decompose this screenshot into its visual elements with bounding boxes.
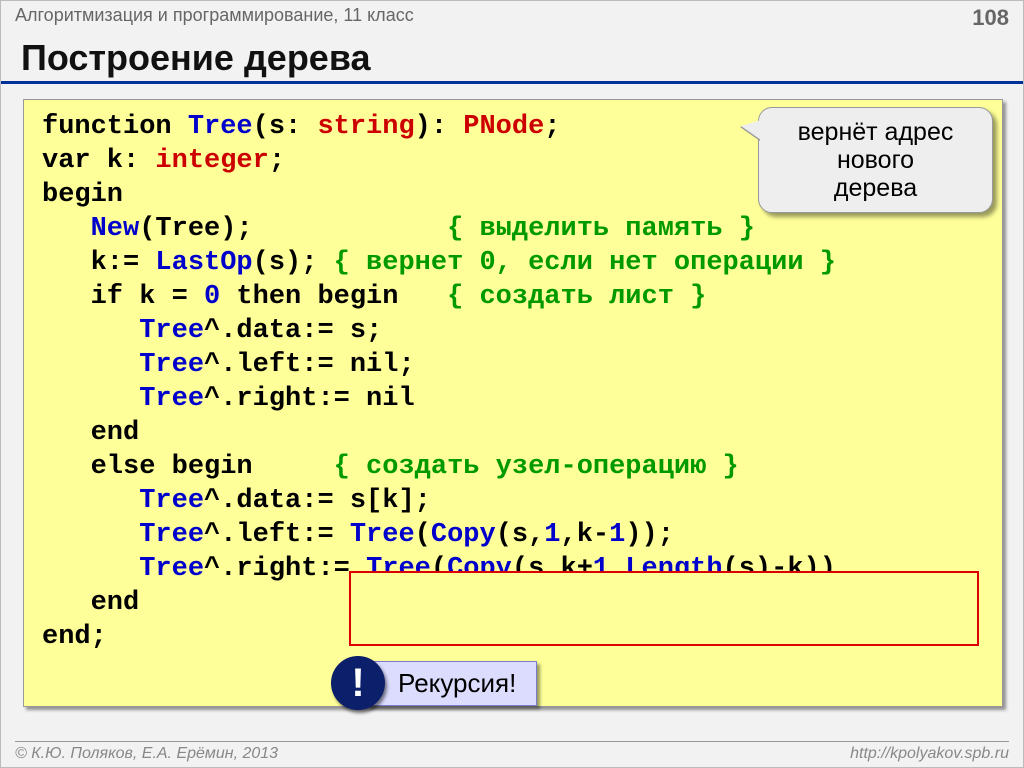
footer: © К.Ю. Поляков, Е.А. Ерёмин, 2013 http:/… (15, 741, 1009, 763)
code-text: ^.right:= (204, 554, 366, 584)
badge-label: Рекурсия! (367, 661, 537, 706)
code-text (42, 520, 139, 550)
callout-bubble: вернёт адрес нового дерева (758, 107, 993, 213)
code-text: then begin (220, 282, 447, 312)
code-text: ^.data:= s[k]; (204, 486, 431, 516)
callout-line: нового (773, 146, 978, 174)
code-text: else begin (42, 452, 334, 482)
code-text: PNode (463, 112, 544, 142)
code-text: ^.data:= s; (204, 316, 382, 346)
code-text (42, 384, 139, 414)
code-text: ; (544, 112, 560, 142)
code-text: Copy (431, 520, 496, 550)
code-text: ( (415, 520, 431, 550)
code-text: Tree (350, 520, 415, 550)
callout-tail-icon (741, 120, 761, 140)
code-text: Tree (139, 520, 204, 550)
code-text: ^.right:= nil (204, 384, 415, 414)
code-comment: { выделить память } (447, 214, 755, 244)
code-text: begin (42, 180, 123, 210)
slide: Алгоритмизация и программирование, 11 кл… (0, 0, 1024, 768)
code-text: Tree (139, 384, 204, 414)
code-text (42, 214, 91, 244)
code-comment: { создать лист } (447, 282, 706, 312)
code-text: 1 (609, 520, 625, 550)
code-text: function (42, 112, 188, 142)
copyright-text: © К.Ю. Поляков, Е.А. Ерёмин, 2013 (15, 745, 278, 763)
code-text: ^.left:= nil; (204, 350, 415, 380)
code-text: k:= (42, 248, 155, 278)
code-text: (s, (496, 520, 545, 550)
footer-url: http://kpolyakov.spb.ru (850, 745, 1009, 763)
code-text: ): (415, 112, 464, 142)
code-text: integer (155, 146, 268, 176)
code-text: LastOp (155, 248, 252, 278)
highlight-box (349, 571, 979, 646)
header: Алгоритмизация и программирование, 11 кл… (1, 1, 1023, 33)
code-text: Tree (139, 486, 204, 516)
code-text: New (91, 214, 140, 244)
code-text: (Tree); (139, 214, 447, 244)
code-text: end (42, 418, 139, 448)
code-text: (s: (253, 112, 318, 142)
callout-line: дерева (773, 174, 978, 202)
code-text: end; (42, 622, 107, 652)
code-text: 0 (204, 282, 220, 312)
slide-title: Построение дерева (1, 33, 1023, 84)
code-text: ^.left:= (204, 520, 350, 550)
subject-text: Алгоритмизация и программирование, 11 кл… (15, 5, 414, 26)
code-text: end (42, 588, 139, 618)
recursion-badge: ! Рекурсия! (331, 656, 537, 710)
code-text (42, 554, 139, 584)
code-text: ,k- (561, 520, 610, 550)
exclamation-icon: ! (331, 656, 385, 710)
code-comment: { создать узел-операцию } (334, 452, 739, 482)
code-text: (s); (253, 248, 334, 278)
code-text: Tree (139, 554, 204, 584)
code-comment: { вернет 0, если нет операции } (334, 248, 836, 278)
code-text: Tree (139, 316, 204, 346)
code-text: Tree (139, 350, 204, 380)
callout-line: вернёт адрес (773, 118, 978, 146)
code-text (42, 486, 139, 516)
code-text: 1 (544, 520, 560, 550)
code-text (42, 316, 139, 346)
code-text: if k = (42, 282, 204, 312)
code-text: Tree (188, 112, 253, 142)
code-text: string (317, 112, 414, 142)
page-number: 108 (972, 5, 1009, 31)
code-text: )); (625, 520, 674, 550)
code-text: var k: (42, 146, 155, 176)
code-text (42, 350, 139, 380)
code-text: ; (269, 146, 285, 176)
